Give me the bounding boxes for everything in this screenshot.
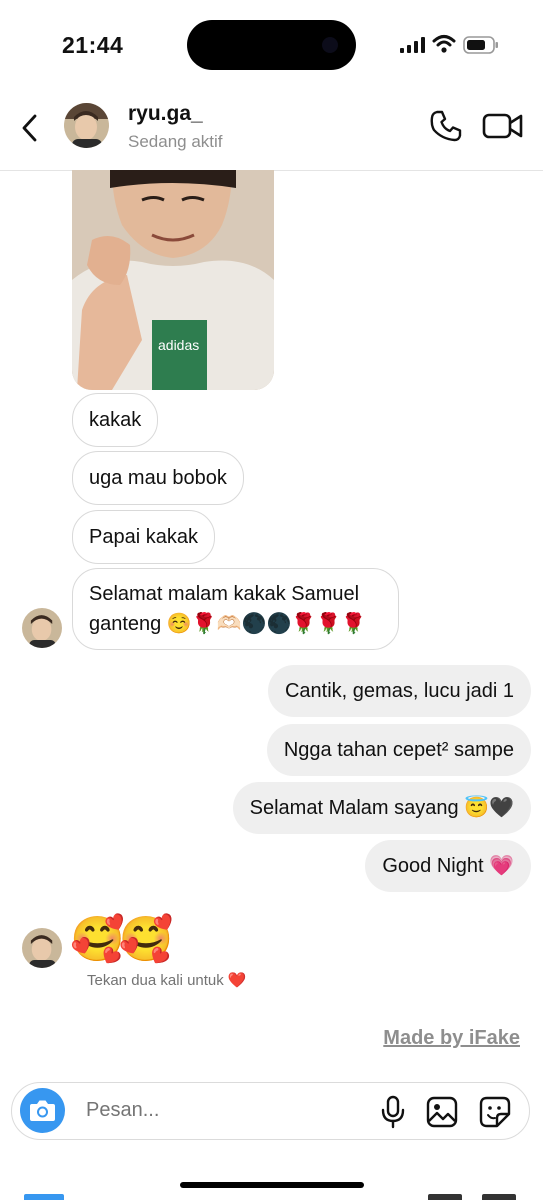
reaction-hint: Tekan dua kali untuk ❤️ (87, 972, 247, 989)
message-input[interactable] (86, 1099, 346, 1122)
status-time: 21:44 (62, 32, 124, 58)
message-composer (11, 1082, 530, 1140)
camera-button[interactable] (20, 1088, 65, 1133)
incoming-message[interactable]: Papai kakak (72, 510, 215, 564)
partial-nav-icon (482, 1194, 516, 1200)
status-bar: 21:44 (0, 0, 543, 92)
avatar[interactable] (64, 103, 109, 148)
video-call-icon[interactable] (482, 110, 524, 142)
cellular-signal-icon (400, 37, 425, 53)
gallery-icon[interactable] (426, 1096, 458, 1128)
partial-nav-icon (428, 1194, 462, 1200)
wifi-icon (432, 35, 456, 53)
sender-avatar[interactable] (22, 928, 62, 968)
svg-text:adidas: adidas (158, 337, 199, 353)
incoming-message[interactable]: kakak (72, 393, 159, 447)
back-chevron-icon[interactable] (16, 110, 44, 146)
activity-status: Sedang aktif (128, 132, 223, 151)
contact-name[interactable]: ryu.ga_ (128, 102, 203, 126)
chat-header: ryu.ga_ Sedang aktif (0, 92, 543, 171)
outgoing-message[interactable]: Ngga tahan cepet² sampe (266, 724, 531, 776)
outgoing-message[interactable]: Good Night 💗 (365, 840, 531, 892)
battery-icon (463, 36, 498, 54)
watermark-link[interactable]: Made by iFake (383, 1027, 520, 1050)
incoming-message[interactable]: Selamat malam kakak Samuel ganteng ☺️🌹🫶🏻… (72, 568, 399, 650)
sender-avatar[interactable] (22, 608, 62, 648)
sticker-icon[interactable] (479, 1096, 511, 1128)
outgoing-message[interactable]: Cantik, gemas, lucu jadi 1 (267, 665, 531, 717)
outgoing-message[interactable]: Selamat Malam sayang 😇🖤 (232, 782, 531, 834)
home-indicator[interactable] (180, 1182, 364, 1188)
microphone-icon[interactable] (380, 1095, 406, 1129)
emoji-message[interactable]: 🥰🥰 (70, 912, 174, 968)
shared-photo[interactable]: adidas (72, 170, 274, 390)
phone-call-icon[interactable] (428, 108, 464, 144)
incoming-message[interactable]: uga mau bobok (72, 451, 244, 505)
front-camera-icon (322, 37, 338, 53)
partial-nav-icon (24, 1194, 64, 1200)
camera-icon (30, 1100, 55, 1121)
